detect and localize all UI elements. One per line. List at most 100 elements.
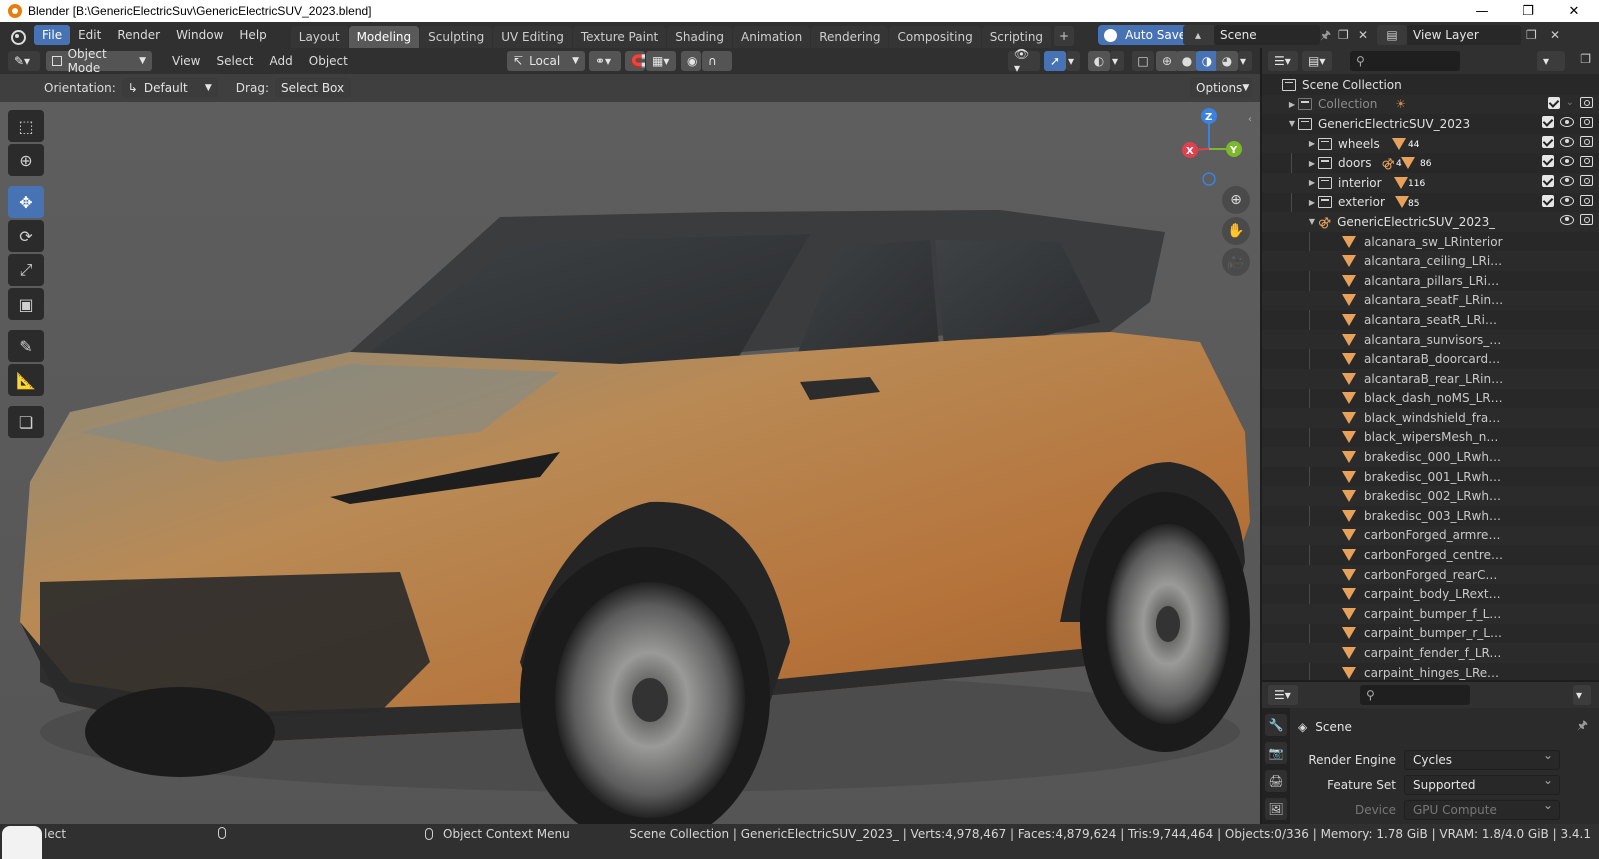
tool-settings-tab-icon[interactable]: 🔧 xyxy=(1265,714,1287,736)
collection-row[interactable]: ▶ wheels 44 xyxy=(1262,133,1599,154)
new-view-layer-icon[interactable]: ❐ xyxy=(1526,25,1546,45)
object-row[interactable]: carpaint_bumper_f_LRexteri xyxy=(1262,604,1599,624)
render-camera-icon[interactable] xyxy=(1580,136,1593,148)
outliner-editor-type-button[interactable]: ☰▾ xyxy=(1268,51,1298,71)
pan-hand-icon[interactable]: ✋ xyxy=(1222,217,1250,245)
tab-animation[interactable]: Animation xyxy=(733,26,811,48)
render-engine-dropdown[interactable]: Cycles xyxy=(1404,748,1560,770)
shading-dropdown[interactable]: ▾ xyxy=(1238,51,1252,71)
drag-selector[interactable]: Select Box xyxy=(274,78,351,98)
feature-set-dropdown[interactable]: Supported xyxy=(1404,773,1560,795)
gizmo-toggle[interactable]: ➚ xyxy=(1044,51,1066,71)
menu-window[interactable]: Window xyxy=(168,25,231,45)
maximize-button[interactable]: ❐ xyxy=(1505,0,1551,22)
collapse-triangle-icon[interactable]: ▼ xyxy=(1286,119,1298,128)
move-tool[interactable]: ✥ xyxy=(8,186,44,218)
expand-triangle-icon[interactable]: ▶ xyxy=(1286,100,1298,109)
object-row[interactable]: alcantara_ceiling_LRinterior xyxy=(1262,251,1599,271)
properties-search-input[interactable]: ⚲ xyxy=(1360,685,1470,705)
object-row[interactable]: alcanara_sw_LRinterior xyxy=(1262,232,1599,252)
object-row[interactable]: carpaint_body_LRexterior xyxy=(1262,584,1599,604)
view-layer-tab-icon[interactable]: 🖼 xyxy=(1265,798,1287,820)
object-row[interactable]: alcantara_sunvisors_LRinter xyxy=(1262,329,1599,350)
proportional-falloff-button[interactable]: ∩ xyxy=(702,51,732,71)
object-row[interactable]: alcantara_seatF_LRinterior xyxy=(1262,290,1599,311)
visibility-button[interactable]: 👁▾ xyxy=(1008,47,1040,75)
filter-button[interactable]: ▾ xyxy=(1537,51,1565,71)
eye-icon[interactable] xyxy=(1560,136,1574,147)
menu-object[interactable]: Object xyxy=(301,54,356,68)
parent-object-row[interactable]: ▼ ⚣ GenericElectricSUV_2023_ xyxy=(1262,212,1599,232)
tab-compositing[interactable]: Compositing xyxy=(889,26,981,48)
device-dropdown[interactable]: GPU Compute xyxy=(1404,798,1560,820)
object-row[interactable]: carbonForged_armrestR_LRi xyxy=(1262,525,1599,546)
tab-uv-editing[interactable]: UV Editing xyxy=(493,26,572,48)
object-row[interactable]: black_wipersMesh_noMS_LF xyxy=(1262,428,1599,448)
outliner-search-input[interactable]: ⚲ xyxy=(1350,51,1460,71)
cursor-tool[interactable]: ⊕ xyxy=(8,144,44,176)
options-button[interactable]: Options ▼ xyxy=(1190,78,1252,98)
object-row[interactable]: black_dash_noMS_LRinterioi xyxy=(1262,389,1599,409)
pin-icon[interactable]: 🖈 xyxy=(1577,716,1588,737)
eye-icon[interactable] xyxy=(1560,214,1574,225)
overlays-toggle[interactable]: ◐ xyxy=(1088,51,1110,71)
menu-render[interactable]: Render xyxy=(109,25,168,45)
exclude-checkbox[interactable] xyxy=(1542,155,1554,168)
render-camera-icon[interactable] xyxy=(1580,97,1593,109)
zoom-icon[interactable]: ⊕ xyxy=(1222,186,1250,214)
auto-save-toggle[interactable]: Auto Save xyxy=(1098,25,1197,45)
object-row[interactable]: brakedisc_000_LRwheels xyxy=(1262,447,1599,467)
menu-add[interactable]: Add xyxy=(262,54,301,68)
orientation-selector[interactable]: ↳ Default ▼ xyxy=(121,78,218,98)
render-camera-icon[interactable] xyxy=(1580,116,1593,128)
exclude-checkbox[interactable] xyxy=(1542,116,1554,129)
remove-view-layer-icon[interactable]: ✕ xyxy=(1550,25,1564,45)
object-row[interactable]: brakedisc_002_LRwheels xyxy=(1262,486,1599,507)
render-camera-icon[interactable] xyxy=(1580,175,1593,187)
measure-tool[interactable]: 📐 xyxy=(8,364,44,396)
exclude-checkbox[interactable] xyxy=(1547,96,1560,109)
object-row[interactable]: carbonForged_centreBase_L xyxy=(1262,545,1599,565)
collection-row[interactable]: ▶ Collection ☀ ⌄ xyxy=(1262,94,1599,115)
snap-target-button[interactable]: ▦▾ xyxy=(646,51,676,71)
collection-row[interactable]: ▶ doors ⚣ 4 86 xyxy=(1262,153,1599,173)
render-camera-icon[interactable] xyxy=(1580,195,1593,207)
camera-view-icon[interactable]: 🎥 xyxy=(1222,248,1250,276)
pivot-point-button[interactable]: ⚭▾ xyxy=(589,51,621,71)
snap-toggle[interactable]: 🧲 xyxy=(625,51,646,71)
pin-scene-icon[interactable]: 🖈 xyxy=(1320,25,1334,45)
new-scene-icon[interactable]: ❐ xyxy=(1338,25,1358,45)
scene-icon[interactable]: ▴ xyxy=(1183,25,1213,45)
properties-editor-type-button[interactable]: ☰▾ xyxy=(1268,685,1298,705)
hidden-eye-icon[interactable]: ⌄ xyxy=(1566,97,1574,108)
tab-rendering[interactable]: Rendering xyxy=(811,26,889,48)
transform-orientation-selector[interactable]: ↸ Local ▼ xyxy=(507,51,585,71)
menu-help[interactable]: Help xyxy=(231,25,274,45)
object-row[interactable]: alcantara_pillars_LRinterior xyxy=(1262,271,1599,291)
select-box-tool[interactable]: ⬚ xyxy=(8,110,44,142)
navigation-gizmo[interactable]: Z Y X xyxy=(1172,106,1252,191)
scale-tool[interactable]: ⤢ xyxy=(8,254,44,286)
menu-edit[interactable]: Edit xyxy=(70,25,109,45)
tab-modeling[interactable]: Modeling xyxy=(348,26,420,48)
minimize-button[interactable]: — xyxy=(1459,0,1505,22)
object-row[interactable]: brakedisc_003_LRwheels xyxy=(1262,506,1599,526)
object-row[interactable]: carpaint_hinges_LRexterior xyxy=(1262,663,1599,680)
tab-layout[interactable]: Layout xyxy=(290,26,348,48)
add-workspace-button[interactable]: + xyxy=(1054,26,1075,46)
eye-icon[interactable] xyxy=(1560,117,1574,128)
expand-triangle-icon[interactable]: ▶ xyxy=(1306,159,1318,168)
overlays-dropdown[interactable]: ▾ xyxy=(1110,51,1124,71)
xray-toggle[interactable]: □ xyxy=(1132,51,1154,71)
menu-file[interactable]: File xyxy=(34,25,71,45)
add-cube-tool[interactable]: ❏ xyxy=(8,406,44,438)
shading-material-button[interactable]: ◑ xyxy=(1196,51,1218,71)
view-layer-icon[interactable]: ▤ xyxy=(1377,25,1407,45)
transform-tool[interactable]: ▣ xyxy=(8,288,44,320)
close-button[interactable]: ✕ xyxy=(1551,0,1597,22)
tab-shading[interactable]: Shading xyxy=(667,26,732,48)
tab-scripting[interactable]: Scripting xyxy=(981,26,1052,48)
object-row[interactable]: carpaint_fender_f_LRexterio xyxy=(1262,643,1599,663)
output-tab-icon[interactable]: 🖨 xyxy=(1265,770,1287,792)
mode-selector[interactable]: Object Mode ▼ xyxy=(46,47,152,75)
